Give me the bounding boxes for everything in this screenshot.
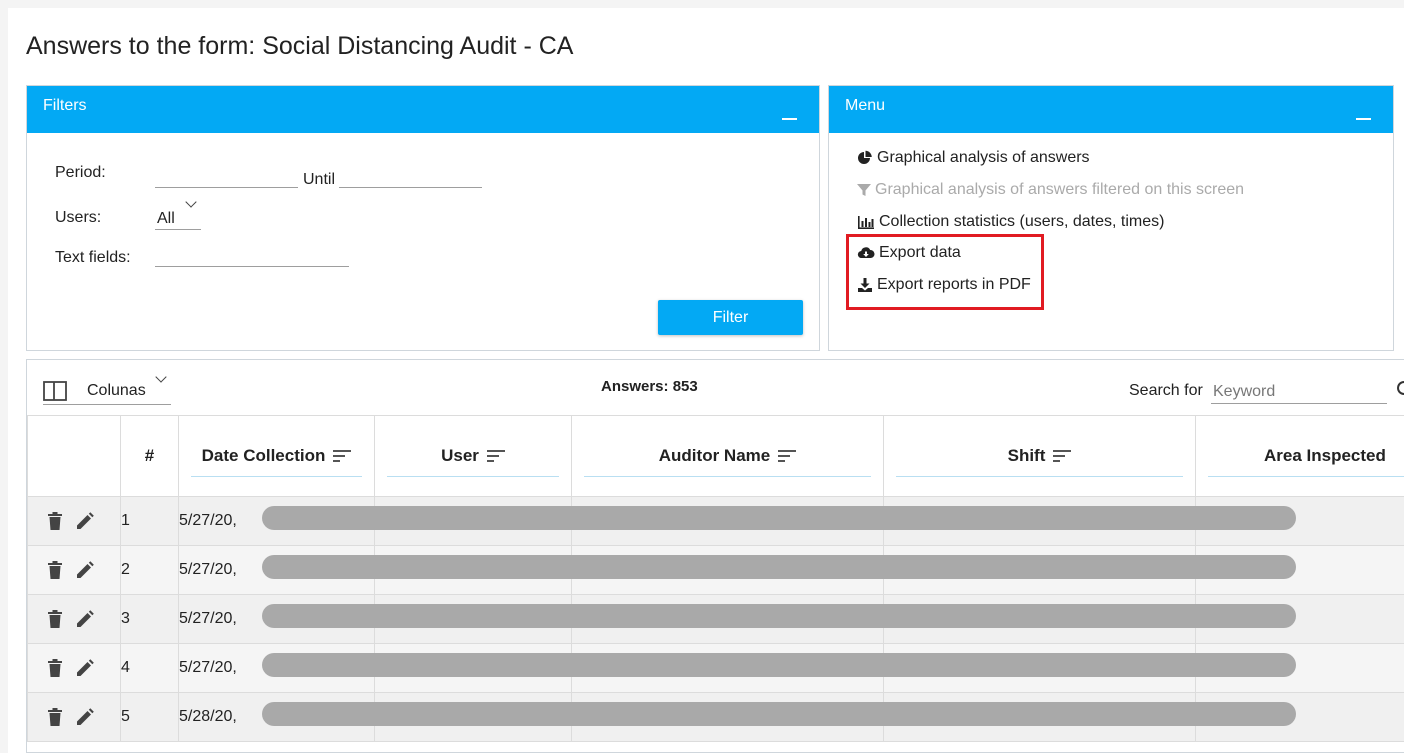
pie-chart-icon [858, 150, 872, 164]
filters-title: Filters [43, 97, 87, 114]
actions-header [27, 415, 121, 497]
trash-icon[interactable] [48, 512, 62, 530]
export-highlight-box [846, 234, 1044, 310]
pencil-icon[interactable] [76, 610, 94, 628]
menu-panel: Menu Graphical analysis of answers Graph… [828, 85, 1394, 351]
row-number: 4 [120, 643, 179, 693]
sort-icon[interactable] [778, 449, 797, 463]
filters-panel: Filters Period: Until Users: All Text fi… [26, 85, 820, 351]
users-select[interactable]: All [155, 196, 201, 230]
column-header-area-inspected[interactable]: Area Inspected [1195, 415, 1404, 497]
answers-count: Answers: 853 [601, 378, 698, 395]
filter-icon [857, 184, 871, 196]
sort-icon[interactable] [333, 449, 352, 463]
search-label: Search for [1129, 382, 1203, 399]
until-label: Until [303, 171, 336, 188]
period-label: Period: [55, 164, 106, 181]
row-number: 1 [120, 496, 179, 546]
menu-item-collection-statistics[interactable]: Collection statistics (users, dates, tim… [857, 213, 1164, 231]
filters-header: Filters [27, 86, 819, 133]
column-header-number: # [120, 415, 179, 497]
answers-table-card: Colunas Answers: 853 Search for # [26, 359, 1404, 753]
pencil-icon[interactable] [76, 659, 94, 677]
columns-select[interactable]: Colunas [43, 371, 171, 405]
menu-header: Menu [829, 86, 1393, 133]
row-actions [27, 545, 121, 595]
trash-icon[interactable] [48, 708, 62, 726]
redaction-bar [262, 555, 1296, 579]
menu-minimize-icon[interactable] [1356, 100, 1371, 120]
menu-item-label: Collection statistics (users, dates, tim… [879, 213, 1165, 230]
filters-minimize-icon[interactable] [782, 100, 797, 120]
row-number: 5 [120, 692, 179, 742]
row-number: 3 [120, 594, 179, 644]
period-from-input[interactable] [155, 166, 298, 188]
period-until-input[interactable] [339, 166, 482, 188]
menu-item-graphical-analysis-filtered: Graphical analysis of answers filtered o… [857, 181, 1244, 199]
page: Answers to the form: Social Distancing A… [8, 8, 1404, 753]
row-actions [27, 692, 121, 742]
table-toolbar: Colunas Answers: 853 Search for [27, 360, 1404, 416]
menu-item-label: Graphical analysis of answers [877, 149, 1090, 166]
columns-label: Colunas [87, 382, 146, 399]
redaction-bar [262, 604, 1296, 628]
row-actions [27, 594, 121, 644]
trash-icon[interactable] [48, 659, 62, 677]
table-header-row: # Date Collection User Auditor Name Shif… [27, 415, 1404, 497]
bar-chart-icon [858, 216, 874, 229]
redaction-bar [262, 653, 1296, 677]
row-number: 2 [120, 545, 179, 595]
text-fields-input[interactable] [155, 245, 349, 267]
sort-icon[interactable] [1053, 449, 1072, 463]
pencil-icon[interactable] [76, 561, 94, 579]
row-actions [27, 496, 121, 546]
search-input[interactable] [1211, 380, 1387, 404]
redaction-bar [262, 702, 1296, 726]
menu-item-graphical-analysis[interactable]: Graphical analysis of answers [857, 149, 1090, 167]
sort-icon[interactable] [486, 449, 505, 463]
text-fields-label: Text fields: [55, 249, 131, 266]
search-icon[interactable] [1395, 380, 1404, 398]
menu-title: Menu [845, 97, 886, 114]
column-header-shift[interactable]: Shift [883, 415, 1196, 497]
redaction-bar [262, 506, 1296, 530]
users-select-value: All [157, 210, 175, 227]
row-actions [27, 643, 121, 693]
pencil-icon[interactable] [76, 512, 94, 530]
chevron-down-icon [185, 196, 197, 208]
filter-button[interactable]: Filter [658, 300, 803, 335]
menu-item-label: Graphical analysis of answers filtered o… [875, 181, 1245, 198]
chevron-down-icon [155, 371, 167, 383]
column-header-user[interactable]: User [374, 415, 572, 497]
column-header-auditor-name[interactable]: Auditor Name [571, 415, 884, 497]
page-title: Answers to the form: Social Distancing A… [26, 32, 574, 60]
trash-icon[interactable] [48, 610, 62, 628]
pencil-icon[interactable] [76, 708, 94, 726]
trash-icon[interactable] [48, 561, 62, 579]
users-label: Users: [55, 209, 102, 226]
column-header-date-collection[interactable]: Date Collection [178, 415, 375, 497]
columns-icon [43, 381, 67, 401]
